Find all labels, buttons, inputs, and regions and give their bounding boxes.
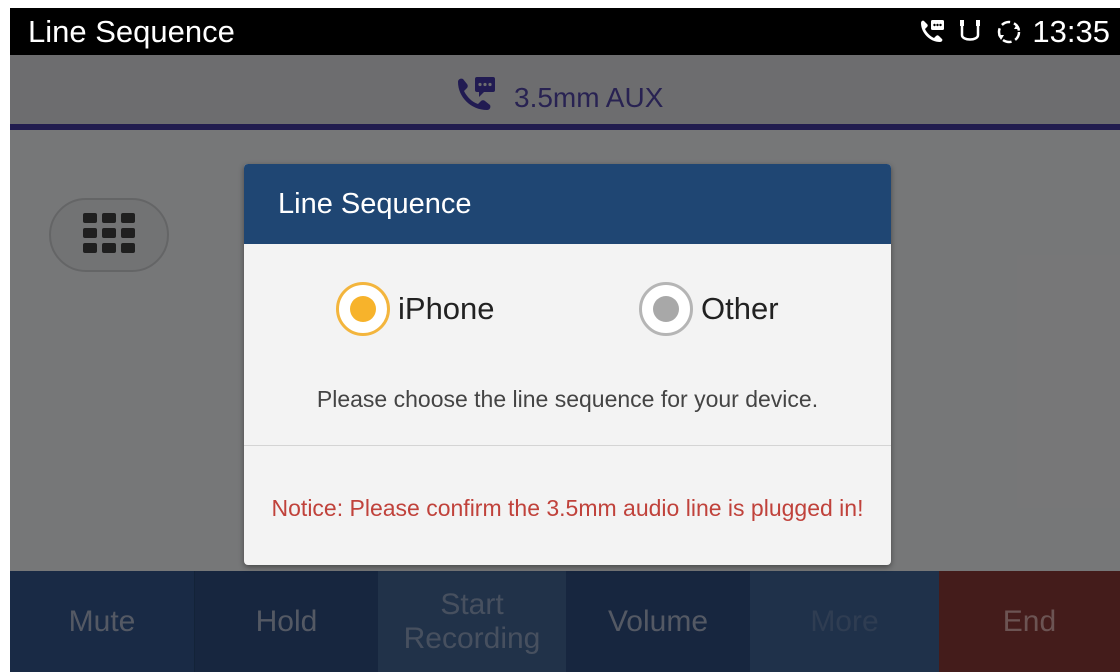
radio-selected-icon[interactable] <box>336 282 390 336</box>
dialog-prompt: Please choose the line sequence for your… <box>316 386 819 412</box>
option-other-label: Other <box>701 291 779 326</box>
sync-icon <box>994 17 1022 47</box>
status-bar: Line Sequence 13:35 <box>10 8 1120 55</box>
radio-unselected-icon[interactable] <box>639 282 693 336</box>
dialog-divider <box>244 445 891 446</box>
call-message-icon <box>918 17 946 47</box>
option-other[interactable]: Other <box>639 282 779 336</box>
dialog-title: Line Sequence <box>244 164 891 244</box>
phone-screen: Line Sequence 13:35 3.5mm AUX Mute Hold … <box>10 8 1120 672</box>
app-title: Line Sequence <box>28 14 235 49</box>
option-iphone[interactable]: iPhone <box>336 282 495 336</box>
dialog-notice: Notice: Please confirm the 3.5mm audio l… <box>271 495 864 521</box>
line-sequence-options: iPhone Other <box>244 282 891 342</box>
clock: 13:35 <box>1032 14 1110 49</box>
option-iphone-label: iPhone <box>398 291 495 326</box>
status-icons: 13:35 <box>918 14 1110 50</box>
headset-jack-icon <box>956 17 984 47</box>
line-sequence-dialog: Line Sequence iPhone Other Please choose… <box>244 164 891 565</box>
